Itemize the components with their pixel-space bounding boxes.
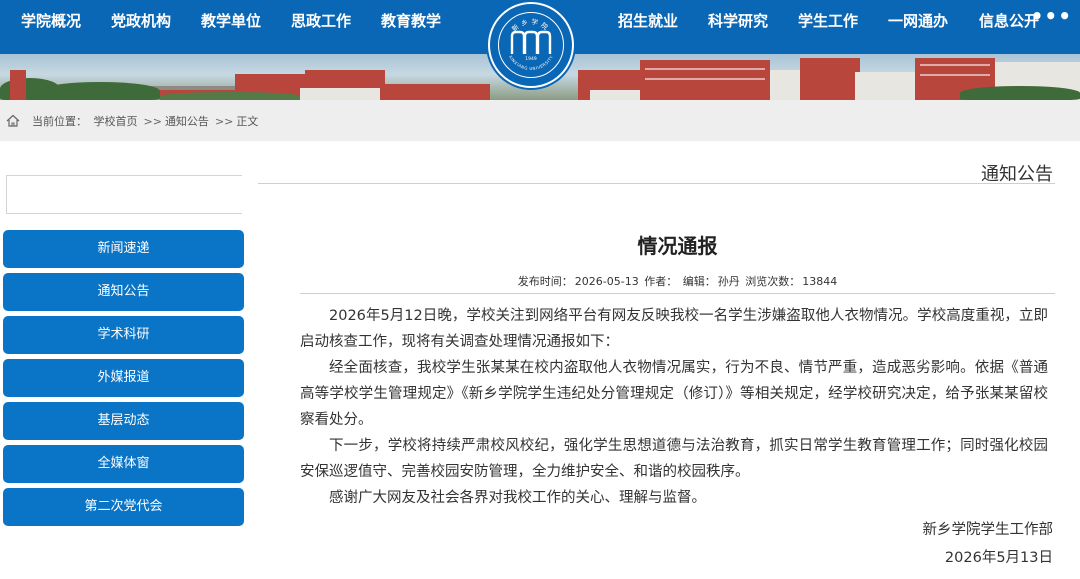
article-paragraph: 2026年5月12日晚，学校关注到网络平台有网友反映我校一名学生涉嫌盗取他人衣物… (300, 308, 1048, 350)
article-paragraph: 下一步，学校将持续严肃校风校纪，强化学生思想道德与法治教育，抓实日常学生教育管理… (300, 438, 1048, 480)
article-date: 2026年5月13日 (944, 550, 1053, 566)
site-header: 学院概况 党政机构 教学单位 思政工作 教育教学 招生就业 科学研究 学生工作 … (0, 0, 1080, 100)
breadcrumb: 当前位置： 学校首页 >> 通知公告 >> 正文 (32, 113, 261, 129)
logo-gate-icon (510, 30, 552, 54)
section-divider (258, 183, 1055, 184)
nav-item-departments[interactable]: 教学单位 (201, 10, 261, 31)
home-icon[interactable] (6, 114, 20, 127)
breadcrumb-home-link[interactable]: 学校首页 (94, 115, 138, 128)
nav-item-one-stop[interactable]: 一网通办 (888, 10, 948, 31)
sidebar-item-media-reports[interactable]: 外媒报道 (3, 359, 244, 397)
nav-item-admin[interactable]: 党政机构 (111, 10, 171, 31)
editor-name: 孙丹 (717, 275, 740, 288)
nav-item-ideology[interactable]: 思政工作 (291, 10, 351, 31)
breadcrumb-separator: >> (214, 115, 234, 128)
sidebar-item-notices[interactable]: 通知公告 (3, 273, 244, 311)
views-count: 13844 (802, 275, 838, 288)
sidebar-item-all-media[interactable]: 全媒体窗 (3, 445, 244, 483)
article-signature: 新乡学院学生工作部 (922, 522, 1054, 538)
breadcrumb-bar: 当前位置： 学校首页 >> 通知公告 >> 正文 (0, 100, 1080, 141)
svg-text:1949: 1949 (525, 56, 537, 62)
meta-divider (300, 293, 1055, 294)
nav-item-education[interactable]: 教育教学 (381, 10, 441, 31)
article-paragraph: 感谢广大网友及社会各界对我校工作的关心、理解与监督。 (329, 490, 706, 506)
university-logo[interactable]: 新乡学院 XINXIANG UNIVERSITY 1949 (488, 2, 574, 88)
nav-item-student-work[interactable]: 学生工作 (798, 10, 858, 31)
sidebar-item-news[interactable]: 新闻速递 (3, 230, 244, 268)
article-body: 2026年5月12日晚，学校关注到网络平台有网友反映我校一名学生涉嫌盗取他人衣物… (300, 303, 1048, 511)
sidebar-menu: 新闻速递 通知公告 学术科研 外媒报道 基层动态 全媒体窗 第二次党代会 (3, 230, 244, 531)
nav-item-research[interactable]: 科学研究 (708, 10, 768, 31)
article-paragraph: 经全面核查，我校学生张某某在校内盗取他人衣物情况属实，行为不良、情节严重，造成恶… (300, 360, 1048, 428)
editor-label: 编辑： (682, 275, 716, 288)
nav-item-about[interactable]: 学院概况 (21, 10, 81, 31)
publish-label: 发布时间： (517, 275, 573, 288)
sidebar-item-research[interactable]: 学术科研 (3, 316, 244, 354)
breadcrumb-current: 正文 (236, 115, 259, 128)
breadcrumb-separator: >> (143, 115, 162, 128)
sidebar-header-box (6, 175, 242, 214)
publish-date: 2026-05-13 (574, 275, 639, 288)
article-meta: 发布时间： 2026-05-13 作者： 编辑： 孙丹 浏览次数： 13844 (300, 273, 1055, 289)
views-label: 浏览次数： (745, 275, 801, 288)
article-title: 情况通报 (637, 234, 718, 258)
nav-item-admission[interactable]: 招生就业 (618, 10, 678, 31)
breadcrumb-notices-link[interactable]: 通知公告 (165, 115, 209, 128)
more-menu-icon[interactable]: ••• (1031, 4, 1072, 28)
breadcrumb-prefix: 当前位置： (32, 115, 87, 128)
sidebar-item-party-congress[interactable]: 第二次党代会 (3, 488, 244, 526)
author-label: 作者： (644, 275, 678, 288)
sidebar-item-grassroots[interactable]: 基层动态 (3, 402, 244, 440)
